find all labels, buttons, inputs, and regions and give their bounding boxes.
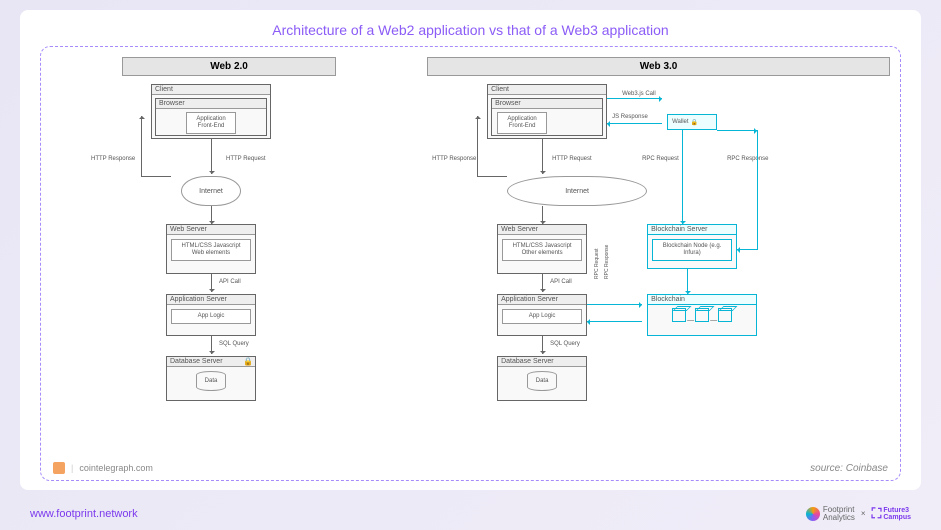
- source: source: Coinbase: [810, 463, 888, 474]
- arrow-icon: [211, 139, 212, 174]
- web2-frontend-box: Application Front-End: [186, 112, 236, 134]
- web3-blockchainnode-box: Blockchain Node (e.g. Infura): [652, 239, 732, 261]
- web2-header: Web 2.0: [122, 57, 336, 76]
- future3-icon: ⛶: [872, 505, 882, 522]
- web3-rpcreq2-label: RPC Request: [594, 248, 600, 279]
- web3-blockchain-label: Blockchain: [648, 295, 756, 305]
- arrow-icon: [211, 336, 212, 354]
- arrow-icon: [682, 130, 683, 224]
- web3-sqlquery-label: SQL Query: [550, 341, 580, 347]
- web2-dbserver-label: Database Server: [167, 357, 255, 367]
- web3-appserver-label: Application Server: [498, 295, 586, 305]
- web3-dbserver-box: Database Server Data: [497, 356, 587, 401]
- web3-httpresp-label: HTTP Response: [432, 156, 476, 162]
- web2-webserver-content: HTML/CSS Javascript Web elements: [171, 239, 251, 261]
- arrow-icon: [141, 116, 142, 176]
- web2-appserver-box: Application Server App Logic: [166, 294, 256, 336]
- web3-dbserver-label: Database Server: [498, 357, 586, 367]
- web2-dbserver-box: Database Server 🔒 Data: [166, 356, 256, 401]
- web3-appserver-box: Application Server App Logic: [497, 294, 587, 336]
- web3-column: Web 3.0 Client Browser Application Front…: [427, 57, 890, 470]
- footer-url[interactable]: www.footprint.network: [30, 508, 138, 520]
- web2-appserver-label: Application Server: [167, 295, 255, 305]
- arrow-icon: [542, 336, 543, 354]
- web2-http-response-label: HTTP Response: [91, 156, 135, 162]
- web2-client-box: Client Browser Application Front-End: [151, 84, 271, 139]
- web3-blockchainserver-label: Blockchain Server: [648, 225, 736, 235]
- arrow-icon: [717, 130, 757, 131]
- arrow-icon: [607, 98, 662, 99]
- diagram-container: Web 2.0 Client Browser Application Front…: [40, 46, 901, 481]
- web2-browser-box: Browser Application Front-End: [155, 98, 267, 136]
- web3-internet-cloud: Internet: [507, 176, 647, 206]
- footer: www.footprint.network Footprint Analytic…: [30, 505, 911, 522]
- cube-icon: [695, 308, 709, 322]
- web2-sqlquery-label: SQL Query: [219, 341, 249, 347]
- diagram-title: Architecture of a Web2 application vs th…: [40, 22, 901, 38]
- web2-applogic-box: App Logic: [171, 309, 251, 324]
- arrow-icon: [477, 176, 507, 177]
- future3-logo: ⛶ Future3 Campus: [872, 505, 911, 522]
- footprint-icon: [806, 507, 820, 521]
- arrow-icon: [542, 274, 543, 292]
- arrow-icon: [141, 176, 171, 177]
- web3-web3js-label: Web3.js Call: [622, 91, 656, 97]
- arrow-icon: [211, 274, 212, 292]
- blockchain-cubes: ——: [648, 305, 756, 324]
- arrow-icon: [587, 321, 642, 322]
- web2-client-label: Client: [152, 85, 270, 95]
- cointelegraph-icon: [53, 462, 65, 474]
- web3-blockchain-box: Blockchain ——: [647, 294, 757, 336]
- arrow-icon: [687, 269, 688, 294]
- web2-browser-label: Browser: [156, 99, 266, 109]
- arrow-icon: [542, 139, 543, 174]
- web3-frontend-box: Application Front-End: [497, 112, 547, 134]
- web2-column: Web 2.0 Client Browser Application Front…: [51, 57, 407, 470]
- web3-browser-box: Browser Application Front-End: [491, 98, 603, 136]
- web2-http-request-label: HTTP Request: [226, 156, 266, 162]
- lock-icon: 🔒: [243, 357, 253, 366]
- web3-client-label: Client: [488, 85, 606, 95]
- arrow-icon: [542, 206, 543, 224]
- web2-data-cylinder: Data: [196, 371, 226, 391]
- web2-webserver-label: Web Server: [167, 225, 255, 235]
- arrow-icon: [757, 130, 758, 250]
- web3-header: Web 3.0: [427, 57, 890, 76]
- web3-rpcresp2-label: RPC Response: [604, 245, 610, 279]
- web3-applogic-box: App Logic: [502, 309, 582, 324]
- web3-webserver-box: Web Server HTML/CSS Javascript Other ele…: [497, 224, 587, 274]
- footprint-logo: Footprint Analytics: [806, 506, 855, 522]
- web2-apicall-label: API Call: [219, 279, 241, 285]
- web3-webserver-label: Web Server: [498, 225, 586, 235]
- arrow-icon: [607, 123, 662, 124]
- web3-apicall-label: API Call: [550, 279, 572, 285]
- arrow-icon: [477, 116, 478, 176]
- web3-wallet-box: Wallet 🔒: [667, 114, 717, 130]
- footer-logos: Footprint Analytics × ⛶ Future3 Campus: [806, 505, 911, 522]
- lock-icon: 🔒: [691, 119, 698, 126]
- cube-icon: [718, 308, 732, 322]
- main-card: Architecture of a Web2 application vs th…: [20, 10, 921, 490]
- web3-browser-label: Browser: [492, 99, 602, 109]
- arrow-icon: [587, 304, 642, 305]
- web3-httpreq-label: HTTP Request: [552, 156, 592, 162]
- attribution-text: cointelegraph.com: [79, 463, 153, 473]
- arrow-icon: [737, 249, 757, 250]
- web2-webserver-box: Web Server HTML/CSS Javascript Web eleme…: [166, 224, 256, 274]
- web3-webserver-content: HTML/CSS Javascript Other elements: [502, 239, 582, 261]
- web3-rpcreq-label: RPC Request: [642, 156, 679, 162]
- arrow-icon: [211, 206, 212, 224]
- web3-data-cylinder: Data: [527, 371, 557, 391]
- cube-icon: [672, 308, 686, 322]
- web3-jsresp-label: JS Response: [612, 114, 648, 120]
- attribution: | cointelegraph.com: [53, 462, 153, 474]
- web3-rpcresp-label: RPC Response: [727, 156, 768, 162]
- web3-blockchainserver-box: Blockchain Server Blockchain Node (e.g. …: [647, 224, 737, 269]
- web3-client-box: Client Browser Application Front-End: [487, 84, 607, 139]
- web2-internet-cloud: Internet: [181, 176, 241, 206]
